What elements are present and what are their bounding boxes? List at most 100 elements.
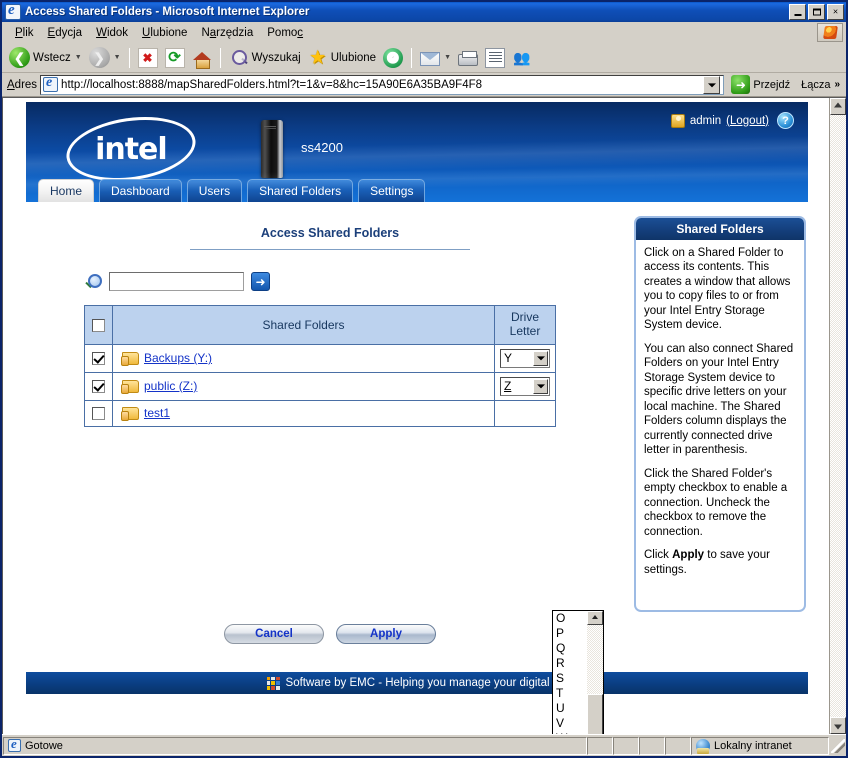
status-panel: [665, 736, 691, 755]
dropdown-option[interactable]: S: [553, 671, 587, 686]
search-submit-button[interactable]: ➜: [251, 272, 270, 291]
favorites-button[interactable]: Ulubione: [305, 46, 379, 70]
history-button[interactable]: [380, 46, 406, 70]
status-panel: [613, 736, 639, 755]
go-button[interactable]: Przejdź: [727, 75, 794, 94]
row-folder-cell: public (Z:): [112, 371, 495, 401]
logout-link[interactable]: (Logout): [726, 115, 769, 127]
resize-grip[interactable]: [831, 738, 845, 753]
refresh-button[interactable]: [162, 46, 188, 70]
drive-letter-select[interactable]: Y: [500, 348, 550, 368]
mail-button[interactable]: ▼: [417, 46, 454, 70]
address-input[interactable]: http://localhost:8888/mapSharedFolders.h…: [40, 74, 725, 95]
toolbar-separator: [411, 47, 413, 68]
tab-home[interactable]: Home: [38, 179, 95, 202]
row-checkbox[interactable]: [92, 407, 105, 421]
home-button[interactable]: [189, 46, 215, 70]
user-area: admin (Logout) ?: [670, 112, 794, 129]
help-paragraph: Click on a Shared Folder to access its c…: [644, 247, 791, 332]
row-checkbox[interactable]: [92, 352, 105, 366]
intel-storage-app: intel ss4200 admin (Logout) ? Home Dashb…: [26, 102, 808, 734]
help-panel-body: Click on a Shared Folder to access its c…: [636, 240, 804, 610]
select-all-checkbox[interactable]: [92, 318, 105, 332]
tab-users[interactable]: Users: [186, 179, 243, 202]
dropdown-option[interactable]: R: [553, 656, 587, 671]
drive-letter-dropdown-list[interactable]: O P Q R S T U V W X Z: [552, 610, 604, 734]
menu-item-narzedzia[interactable]: Narzędzia: [194, 25, 260, 41]
dropdown-option[interactable]: W: [553, 731, 587, 734]
scroll-up-button[interactable]: [830, 98, 846, 115]
title-divider: [190, 249, 470, 250]
shared-folder-link[interactable]: public (Z:): [144, 379, 197, 393]
tab-dashboard[interactable]: Dashboard: [99, 179, 182, 202]
dropdown-option[interactable]: V: [553, 716, 587, 731]
search-row: ➜: [84, 272, 634, 291]
back-button[interactable]: ❮ Wstecz ▼: [6, 46, 85, 70]
shared-folder-link[interactable]: test1: [144, 406, 170, 420]
stop-button[interactable]: [135, 46, 161, 70]
edit-button[interactable]: [482, 46, 508, 70]
cancel-button[interactable]: Cancel: [224, 624, 324, 644]
row-checkbox-cell: [84, 343, 113, 373]
row-folder-cell: Backups (Y:): [112, 343, 495, 373]
minimize-button[interactable]: [789, 4, 806, 20]
scroll-down-button[interactable]: [830, 717, 846, 734]
tab-shared-folders[interactable]: Shared Folders: [247, 179, 354, 202]
intranet-zone-icon: [696, 738, 710, 754]
tab-settings[interactable]: Settings: [358, 179, 426, 202]
help-paragraph: You can also connect Shared Folders on y…: [644, 342, 794, 457]
shared-folders-table: Shared Folders Drive Letter Backups (Y:)…: [84, 305, 556, 427]
action-buttons: Cancel Apply: [26, 624, 634, 666]
address-bar: Adres http://localhost:8888/mapSharedFol…: [2, 73, 846, 97]
help-panel-title: Shared Folders: [636, 218, 804, 240]
scroll-track[interactable]: [587, 625, 603, 734]
star-icon: [308, 48, 328, 68]
dropdown-option[interactable]: P: [553, 626, 587, 641]
links-button[interactable]: Łącza »: [797, 79, 844, 91]
table-row: public (Z:) Z: [84, 371, 556, 401]
drive-letter-select[interactable]: Z: [500, 376, 550, 396]
messenger-icon: [512, 48, 532, 68]
menu-item-widok[interactable]: Widok: [89, 25, 135, 41]
search-input[interactable]: [109, 272, 244, 291]
scroll-thumb[interactable]: [587, 693, 603, 734]
forward-button[interactable]: ❯ ▼: [86, 46, 124, 70]
close-button[interactable]: ×: [827, 4, 844, 20]
row-checkbox[interactable]: [92, 380, 105, 394]
browser-toolbar: ❮ Wstecz ▼ ❯ ▼ Wyszukaj Ulubione ▼: [2, 43, 846, 73]
maximize-button[interactable]: [808, 4, 825, 20]
help-text-before: Click: [644, 549, 673, 562]
web-page: intel ss4200 admin (Logout) ? Home Dashb…: [3, 98, 829, 734]
page-scrollbar[interactable]: [829, 98, 846, 734]
go-label: Przejdź: [753, 78, 791, 91]
menu-item-plik[interactable]: PPliklik: [8, 25, 41, 41]
edit-page-icon: [485, 47, 506, 68]
main-column: Access Shared Folders ➜ Shared Folders D…: [26, 202, 634, 734]
dropdown-option[interactable]: U: [553, 701, 587, 716]
apply-button[interactable]: Apply: [336, 624, 436, 644]
dropdown-scrollbar[interactable]: [587, 611, 603, 734]
address-dropdown-button[interactable]: [703, 75, 721, 94]
content-area: Access Shared Folders ➜ Shared Folders D…: [26, 202, 808, 734]
folder-icon: [121, 406, 139, 421]
folder-icon: [121, 351, 139, 366]
messenger-button[interactable]: [509, 46, 535, 70]
menu-item-ulubione[interactable]: Ulubione: [135, 25, 194, 41]
menu-item-edycja[interactable]: Edycja: [41, 25, 90, 41]
help-paragraph-apply: Click Apply to save your settings.: [644, 548, 796, 577]
dropdown-option[interactable]: Q: [553, 641, 587, 656]
row-folder-cell: test1: [112, 399, 495, 427]
links-label: Łącza: [801, 78, 831, 91]
help-icon[interactable]: ?: [777, 112, 794, 129]
search-button[interactable]: Wyszukaj: [226, 46, 304, 70]
scroll-up-button[interactable]: [587, 611, 603, 625]
print-button[interactable]: [455, 46, 481, 70]
dropdown-option[interactable]: O: [553, 611, 587, 626]
help-paragraph: Click the Shared Folder's empty checkbox…: [644, 467, 788, 538]
scroll-track[interactable]: [830, 115, 846, 717]
shared-folder-link[interactable]: Backups (Y:): [144, 351, 212, 365]
security-zone[interactable]: Lokalny intranet: [691, 736, 829, 755]
dropdown-option[interactable]: T: [553, 686, 587, 701]
menu-item-pomoc[interactable]: Pomoc: [260, 25, 310, 41]
page-viewport: intel ss4200 admin (Logout) ? Home Dashb…: [2, 97, 846, 734]
